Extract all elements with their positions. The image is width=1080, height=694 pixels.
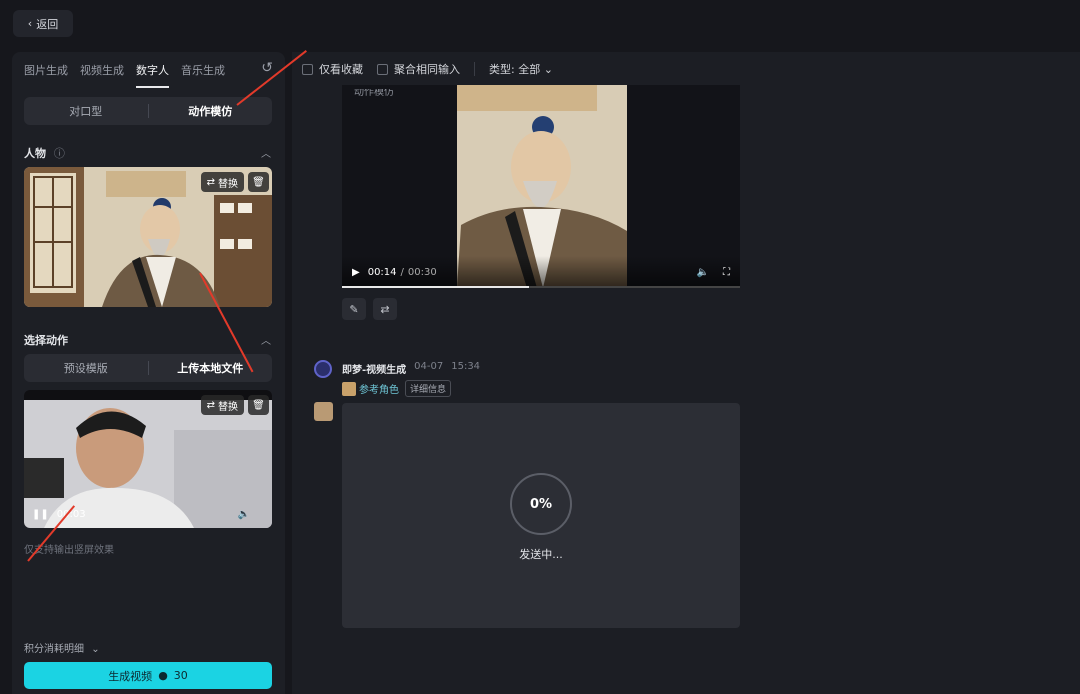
swap-icon: ⇄ bbox=[206, 176, 215, 188]
sending-status: 发送中... bbox=[519, 548, 563, 561]
swap-icon: ⇄ bbox=[380, 302, 390, 316]
replace-person-button[interactable]: ⇄ 替换 bbox=[200, 172, 244, 192]
trash-icon: 🗑 bbox=[252, 176, 265, 188]
progress-ring: 0% bbox=[510, 473, 572, 535]
tab-video[interactable]: 视频生成 bbox=[80, 62, 124, 88]
chevron-down-icon: ⌄ bbox=[543, 63, 553, 76]
message-tags: 参考角色 详细信息 bbox=[342, 380, 452, 397]
generation-progress-card: 0% 发送中... bbox=[342, 403, 740, 628]
video-player[interactable]: 动作模仿 ▶ 00:14 / 00:30 🔈 ⛶ bbox=[342, 85, 740, 288]
fullscreen-icon[interactable]: ⛶ bbox=[723, 267, 730, 278]
play-icon[interactable]: ▶ bbox=[352, 267, 360, 278]
generator-tabs: 图片生成 视频生成 数字人 音乐生成 bbox=[24, 62, 225, 88]
detail-info-button[interactable]: 详细信息 bbox=[405, 380, 452, 397]
message-date: 04-07 bbox=[414, 361, 444, 372]
message-time: 15:34 bbox=[451, 361, 481, 372]
left-panel: 图片生成 视频生成 数字人 音乐生成 ↺ 对口型 动作模仿 人物 ⓘ ︿ ⇄ 替… bbox=[12, 52, 285, 694]
back-button[interactable]: ‹ 返回 bbox=[13, 10, 73, 37]
character-thumbnail bbox=[342, 381, 356, 396]
info-icon[interactable]: ⓘ bbox=[54, 147, 65, 160]
history-icon[interactable]: ↺ bbox=[261, 60, 273, 76]
checkbox-icon bbox=[377, 63, 388, 75]
chevron-down-icon: ⌄ bbox=[91, 644, 100, 655]
collapse-icon[interactable]: ︿ bbox=[261, 332, 271, 347]
merge-inputs-checkbox[interactable]: 聚合相同输入 bbox=[377, 61, 460, 77]
tab-music[interactable]: 音乐生成 bbox=[181, 62, 225, 88]
mode-motion-imitate[interactable]: 动作模仿 bbox=[149, 103, 273, 119]
credit-icon: ● bbox=[158, 669, 168, 682]
mode-switch: 对口型 动作模仿 bbox=[24, 97, 272, 125]
delete-person-button[interactable]: 🗑 bbox=[248, 172, 269, 192]
video-controls: ❚❚ 00:03 bbox=[32, 509, 86, 520]
trash-icon: 🗑 bbox=[252, 399, 265, 411]
favorites-only-checkbox[interactable]: 仅看收藏 bbox=[302, 61, 363, 77]
progress-fill bbox=[342, 286, 530, 288]
reference-role-tag[interactable]: 参考角色 bbox=[342, 381, 399, 396]
checkbox-icon bbox=[302, 63, 313, 75]
action-section-title: 选择动作 bbox=[24, 334, 68, 347]
volume-icon[interactable]: 🔈 bbox=[697, 267, 709, 278]
player-controls: ▶ 00:14 / 00:30 🔈 ⛶ bbox=[342, 256, 740, 288]
generate-video-button[interactable]: 生成视频 ● 30 bbox=[24, 662, 272, 689]
collapse-icon[interactable]: ︿ bbox=[261, 145, 271, 160]
person-section-title: 人物 ⓘ bbox=[24, 147, 65, 160]
upload-local-tab[interactable]: 上传本地文件 bbox=[149, 360, 273, 376]
sender-name: 即梦-视频生成 bbox=[342, 365, 407, 376]
message-header: 即梦-视频生成 04-07 15:34 bbox=[342, 361, 480, 376]
divider bbox=[474, 62, 475, 76]
app-logo-icon bbox=[314, 360, 332, 378]
duration: 00:30 bbox=[407, 266, 437, 278]
person-image: ⇄ 替换 🗑 bbox=[24, 167, 272, 307]
credits-detail-toggle[interactable]: 积分消耗明细 ⌄ bbox=[24, 640, 100, 655]
filter-bar: 仅看收藏 聚合相同输入 类型: 全部 ⌄ bbox=[302, 61, 553, 77]
current-time: 00:14 bbox=[367, 266, 397, 278]
avatar bbox=[314, 402, 333, 421]
top-bar: ‹ 返回 bbox=[0, 0, 1080, 50]
pencil-icon: ✎ bbox=[349, 302, 359, 316]
action-video[interactable]: ⇄ 替换 🗑 ❚❚ 00:03 🔈 bbox=[24, 390, 272, 528]
regenerate-button[interactable]: ⇄ bbox=[373, 298, 397, 320]
progress-track[interactable] bbox=[342, 286, 740, 288]
volume-icon[interactable]: 🔈 bbox=[238, 509, 250, 520]
player-overlay-label: 动作模仿 bbox=[354, 87, 394, 98]
pause-icon[interactable]: ❚❚ bbox=[32, 509, 49, 520]
tab-image[interactable]: 图片生成 bbox=[24, 62, 68, 88]
preset-template-tab[interactable]: 预设模版 bbox=[24, 360, 148, 376]
edit-button[interactable]: ✎ bbox=[342, 298, 366, 320]
tab-digital-human[interactable]: 数字人 bbox=[136, 62, 169, 88]
mode-lip-sync[interactable]: 对口型 bbox=[24, 103, 148, 119]
action-source-switch: 预设模版 上传本地文件 bbox=[24, 354, 272, 382]
chevron-left-icon: ‹ bbox=[27, 17, 33, 30]
delete-action-button[interactable]: 🗑 bbox=[248, 395, 269, 415]
results-panel: 仅看收藏 聚合相同输入 类型: 全部 ⌄ 动作模仿 ▶ 00:14 / 00:3… bbox=[292, 52, 1080, 694]
swap-icon: ⇄ bbox=[206, 399, 215, 411]
type-filter-dropdown[interactable]: 类型: 全部 ⌄ bbox=[489, 61, 553, 77]
replace-action-button[interactable]: ⇄ 替换 bbox=[200, 395, 244, 415]
